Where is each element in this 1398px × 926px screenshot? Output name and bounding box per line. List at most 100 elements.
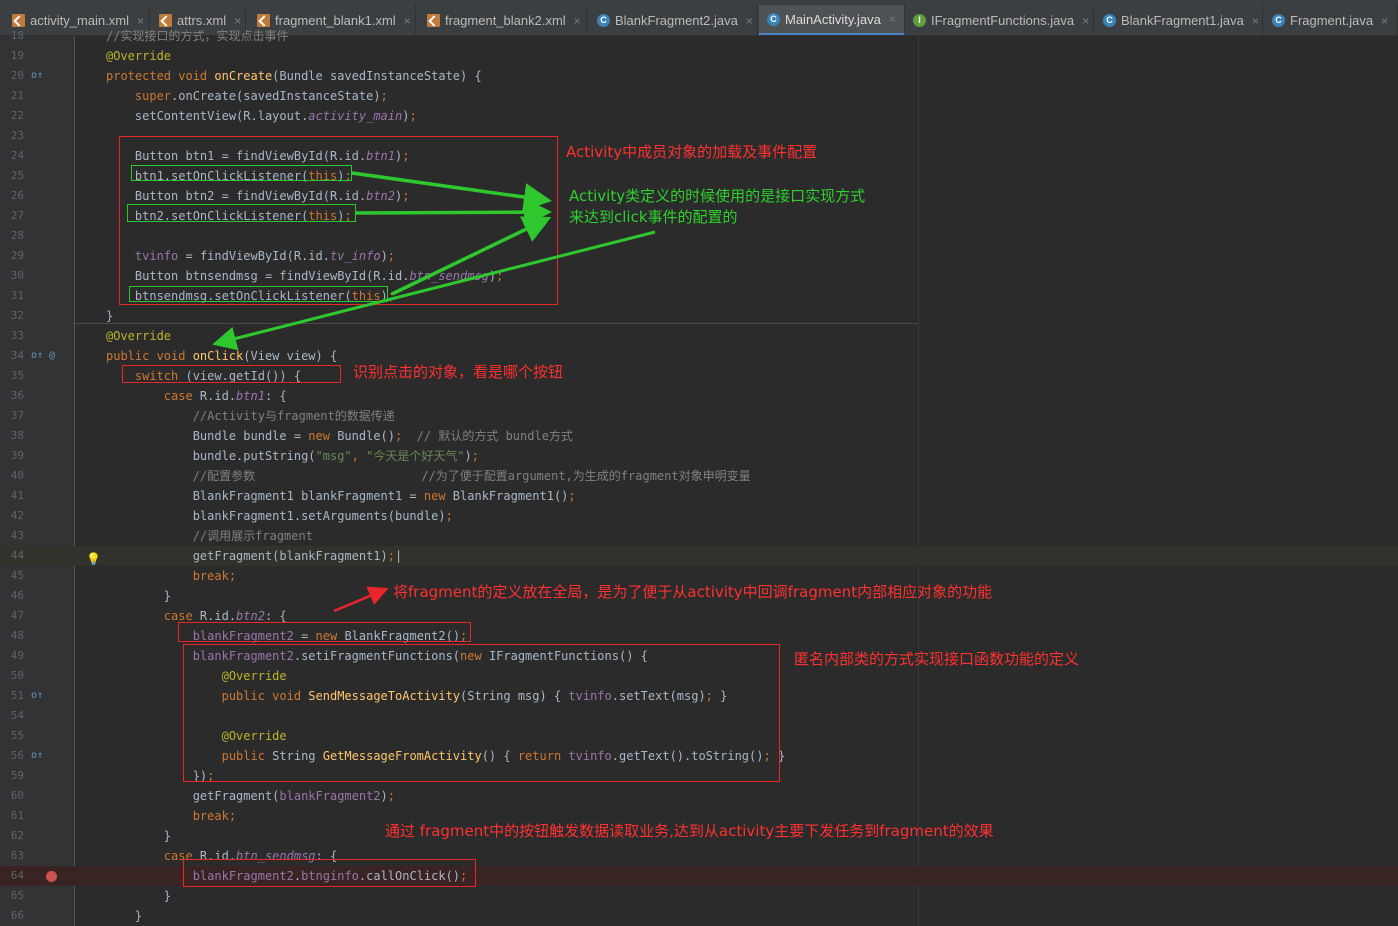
note-fragment-button-trigger: 通过 fragment中的按钮触发数据读取业务,达到从activity主要下发任… [385,822,994,840]
code-line[interactable]: 65 } [0,886,1398,906]
line-number: 32 [10,309,24,322]
code-line[interactable]: 60 getFragment(blankFragment2); [0,786,1398,806]
code-text: break; [192,809,237,823]
line-number: 59 [10,769,24,782]
code-text: break; [192,569,237,583]
line-number: 44 [10,549,24,562]
code-text: Bundle bundle = new Bundle(); // 默认的方式 b… [106,429,573,443]
line-number: 33 [10,329,24,342]
line-number: 64 [10,869,24,882]
line-number: 36 [10,389,24,402]
code-text: BlankFragment1 blankFragment1 = new Blan… [106,489,576,503]
line-number: 34 [10,349,24,362]
code-line[interactable]: 42 blankFragment1.setArguments(bundle); [0,506,1398,526]
line-number: 18 [10,29,24,42]
note-member-init: Activity中成员对象的加载及事件配置 [566,143,818,161]
code-text: getFragment(blankFragment2); [106,789,396,803]
code-text: //调用展示fragment [192,529,313,543]
note-identify-button: 识别点击的对象，看是哪个按钮 [353,363,564,381]
code-text: //实现接口的方式，实现点击事件 [106,29,289,43]
code-text: bundle.putString("msg", "今天是个好天气"); [106,449,480,463]
line-number: 51 [10,689,24,702]
code-line[interactable]: 40 //配置参数 //为了便于配置argument,为生成的fragment对… [0,466,1398,486]
line-number: 62 [10,829,24,842]
code-line[interactable]: 33 @Override [0,326,1398,346]
code-line[interactable]: 34 o↑ @ public void onClick(View view) { [0,346,1398,366]
code-line[interactable]: 44 💡 getFragment(blankFragment1);| [0,546,1398,566]
note-anonymous-class: 匿名内部类的方式实现接口函数功能的定义 [794,650,1080,668]
green-box-btn1-listener [131,165,352,181]
code-text: } [106,829,172,843]
line-number: 22 [10,109,24,122]
line-number: 61 [10,809,24,822]
note-global-fragment: 将fragment的定义放在全局，是为了便于从activity中回调fragme… [393,583,993,601]
code-text: blankFragment1.setArguments(bundle); [106,509,453,523]
line-number: 20 [10,69,24,82]
code-text: case R.id.btn1: { [163,389,287,403]
line-number: 46 [10,589,24,602]
code-text: } [106,909,143,923]
line-number: 60 [10,789,24,802]
line-number: 38 [10,429,24,442]
line-number: 39 [10,449,24,462]
line-number: 40 [10,469,24,482]
line-number: 63 [10,849,24,862]
code-line[interactable]: 41 BlankFragment1 blankFragment1 = new B… [0,486,1398,506]
line-number: 41 [10,489,24,502]
line-number: 24 [10,149,24,162]
code-text: getFragment(blankFragment1);| [106,549,403,563]
line-number: 26 [10,189,24,202]
code-text: } [106,589,172,603]
line-number: 45 [10,569,24,582]
code-line[interactable]: 21 super.onCreate(savedInstanceState); [0,86,1398,106]
code-text: public void onClick(View view) { [106,349,338,363]
line-number: 37 [10,409,24,422]
code-line[interactable]: 20 o↑ protected void onCreate(Bundle saved… [0,66,1398,86]
line-number: 49 [10,649,24,662]
code-line[interactable]: 19 @Override [0,46,1398,66]
line-number: 66 [10,909,24,922]
code-line[interactable]: 43 //调用展示fragment [0,526,1398,546]
code-line[interactable]: 39 bundle.putString("msg", "今天是个好天气"); [0,446,1398,466]
red-box-callonclick [183,859,476,887]
line-number: 30 [10,269,24,282]
note-interface-impl-1: Activity类定义的时候使用的是接口实现方式 [569,187,866,205]
method-separator [75,323,918,324]
line-number: 56 [10,749,24,762]
line-number: 54 [10,709,24,722]
code-line[interactable]: 18 //实现接口的方式，实现点击事件 [0,26,1398,46]
code-text: super.onCreate(savedInstanceState); [134,89,388,103]
line-number: 27 [10,209,24,222]
line-number: 19 [10,49,24,62]
code-text: //Activity与fragment的数据传递 [192,409,395,423]
breakpoint-icon[interactable] [46,871,57,882]
line-number: 23 [10,129,24,142]
line-number: 42 [10,509,24,522]
line-number: 47 [10,609,24,622]
red-box-new-fragment2 [178,622,471,642]
note-interface-impl-2: 来达到click事件的配置的 [569,208,738,226]
code-line[interactable]: 22 setContentView(R.layout.activity_main… [0,106,1398,126]
override-marker-icon[interactable]: o↑ [31,686,43,706]
code-line[interactable]: 38 Bundle bundle = new Bundle(); // 默认的方… [0,426,1398,446]
green-box-sendmsg-listener [129,286,388,302]
code-text: protected void onCreate(Bundle savedInst… [106,69,482,83]
red-box-anonymous-class [183,644,780,782]
line-number: 21 [10,89,24,102]
code-text: //配置参数 //为了便于配置argument,为生成的fragment对象申明… [192,469,751,483]
code-line[interactable]: 66 } [0,906,1398,926]
override-marker-icon[interactable]: o↑ @ [31,346,55,366]
line-number: 55 [10,729,24,742]
green-box-btn2-listener [127,204,356,222]
line-number: 48 [10,629,24,642]
code-text: } [106,889,172,903]
red-box-switch [122,365,341,383]
line-number: 31 [10,289,24,302]
line-number: 50 [10,669,24,682]
line-number: 28 [10,229,24,242]
code-line[interactable]: 36 case R.id.btn1: { [0,386,1398,406]
override-marker-icon[interactable]: o↑ [31,746,43,766]
code-text: setContentView(R.layout.activity_main); [106,109,417,123]
override-marker-icon[interactable]: o↑ [31,66,43,86]
code-line[interactable]: 37 //Activity与fragment的数据传递 [0,406,1398,426]
